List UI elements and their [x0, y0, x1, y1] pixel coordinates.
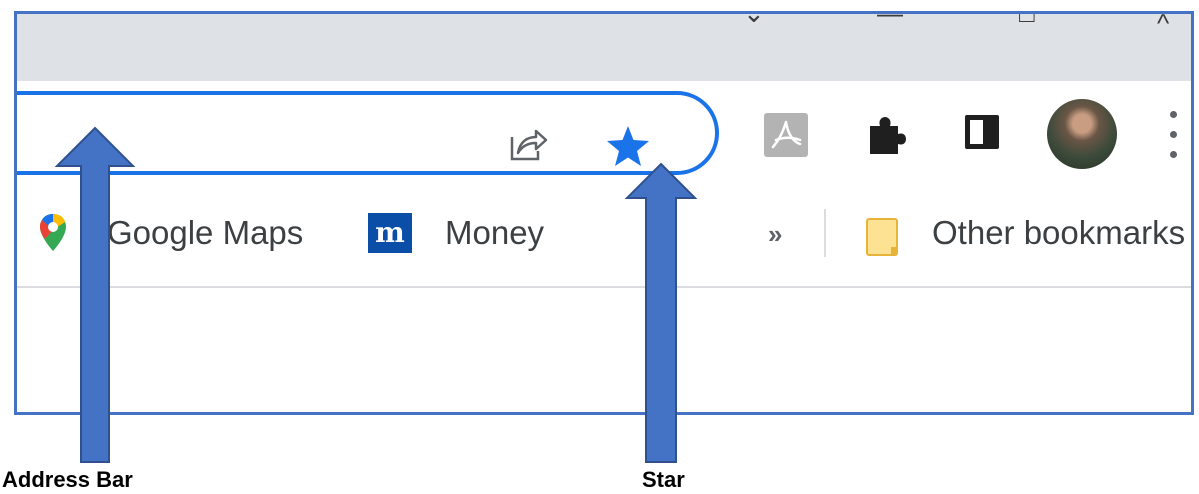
puzzle-icon[interactable]	[862, 112, 908, 158]
bookmarks-bar: Google Maps m Money » Other bookmarks	[17, 191, 1191, 288]
minimize-button[interactable]: —	[877, 14, 903, 26]
tab-strip: ⌄ — □ ^	[17, 14, 1191, 81]
more-vertical-icon[interactable]	[1167, 111, 1179, 161]
bookmark-google-maps[interactable]: Google Maps	[107, 213, 303, 253]
share-icon[interactable]	[508, 123, 548, 163]
folder-icon	[866, 218, 898, 256]
browser-toolbar	[17, 81, 1191, 191]
pdf-extension-icon[interactable]	[764, 113, 808, 157]
address-bar-caption: Address Bar	[2, 467, 133, 492]
star-caption: Star	[642, 467, 685, 492]
page-content-area	[17, 288, 1191, 412]
profile-avatar[interactable]	[1047, 99, 1117, 169]
bookmark-other-bookmarks[interactable]: Other bookmarks	[932, 213, 1185, 253]
restore-button[interactable]: □	[1019, 14, 1035, 26]
money-icon: m	[368, 213, 412, 253]
bookmark-money[interactable]: Money	[445, 213, 544, 253]
bookmarks-divider	[824, 209, 826, 257]
tab-search-button[interactable]: ⌄	[743, 14, 765, 26]
star-arrow	[624, 162, 698, 463]
caret-button[interactable]: ^	[1157, 14, 1169, 36]
browser-screenshot-frame: ⌄ — □ ^ Google Maps m Money » Other book…	[14, 11, 1194, 415]
side-panel-icon[interactable]	[965, 115, 999, 149]
bookmarks-overflow-button[interactable]: »	[768, 219, 782, 250]
address-bar-arrow	[54, 126, 136, 463]
